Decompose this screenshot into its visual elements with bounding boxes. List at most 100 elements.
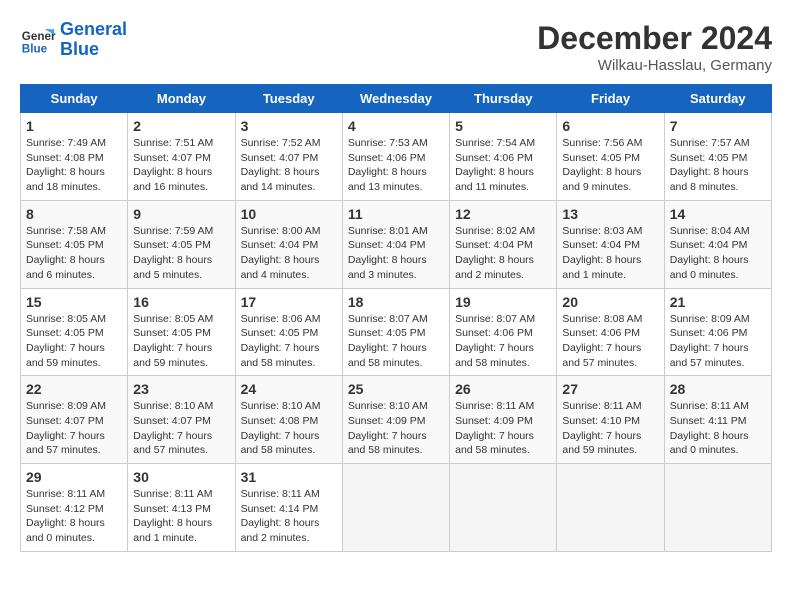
day-detail: Sunrise: 8:10 AMSunset: 4:09 PMDaylight:…: [348, 399, 444, 458]
day-cell: 19 Sunrise: 8:07 AMSunset: 4:06 PMDayligh…: [450, 288, 557, 376]
day-cell: 6Sunrise: 7:56 AMSunset: 4:05 PMDaylight…: [557, 113, 664, 201]
day-detail: Sunrise: 8:06 AMSunset: 4:05 PMDaylight:…: [241, 312, 337, 371]
col-header-monday: Monday: [128, 85, 235, 113]
day-number: 26: [455, 381, 551, 397]
day-number: 4: [348, 118, 444, 134]
logo-general: General: [60, 19, 127, 39]
day-cell: 24Sunrise: 8:10 AMSunset: 4:08 PMDayligh…: [235, 376, 342, 464]
day-cell: 22 Sunrise: 8:09 AMSunset: 4:07 PMDayligh…: [21, 376, 128, 464]
day-cell: 4 Sunrise: 7:53 AMSunset: 4:06 PMDaylight…: [342, 113, 449, 201]
day-cell: 10Sunrise: 8:00 AMSunset: 4:04 PMDayligh…: [235, 200, 342, 288]
location-subtitle: Wilkau-Hasslau, Germany: [537, 57, 772, 74]
day-cell: 26 Sunrise: 8:11 AMSunset: 4:09 PMDayligh…: [450, 376, 557, 464]
logo-icon: General Blue: [20, 22, 56, 58]
col-header-saturday: Saturday: [664, 85, 771, 113]
day-cell: 28Sunrise: 8:11 AMSunset: 4:11 PMDayligh…: [664, 376, 771, 464]
month-title: December 2024: [537, 20, 772, 57]
day-cell: 31 Sunrise: 8:11 AMSunset: 4:14 PMDayligh…: [235, 464, 342, 552]
day-cell: [557, 464, 664, 552]
day-number: 27: [562, 381, 658, 397]
day-number: 30: [133, 469, 229, 485]
day-detail: Sunrise: 7:56 AMSunset: 4:05 PMDaylight:…: [562, 136, 658, 195]
day-detail: Sunrise: 8:10 AMSunset: 4:07 PMDaylight:…: [133, 399, 229, 458]
week-row-2: 8 Sunrise: 7:58 AMSunset: 4:05 PMDaylight…: [21, 200, 772, 288]
col-header-tuesday: Tuesday: [235, 85, 342, 113]
day-detail: Sunrise: 7:49 AMSunset: 4:08 PMDaylight:…: [26, 136, 122, 195]
logo-blue: Blue: [60, 39, 99, 59]
day-detail: Sunrise: 8:11 AMSunset: 4:12 PMDaylight:…: [26, 487, 122, 546]
header-row: SundayMondayTuesdayWednesdayThursdayFrid…: [21, 85, 772, 113]
day-number: 16: [133, 294, 229, 310]
day-detail: Sunrise: 8:09 AMSunset: 4:06 PMDaylight:…: [670, 312, 766, 371]
day-number: 18: [348, 294, 444, 310]
day-detail: Sunrise: 8:11 AMSunset: 4:14 PMDaylight:…: [241, 487, 337, 546]
title-block: December 2024 Wilkau-Hasslau, Germany: [537, 20, 772, 74]
day-number: 5: [455, 118, 551, 134]
col-header-wednesday: Wednesday: [342, 85, 449, 113]
col-header-sunday: Sunday: [21, 85, 128, 113]
day-cell: [342, 464, 449, 552]
day-number: 8: [26, 206, 122, 222]
week-row-4: 22 Sunrise: 8:09 AMSunset: 4:07 PMDayligh…: [21, 376, 772, 464]
logo-wordmark: General Blue: [60, 20, 127, 60]
day-number: 9: [133, 206, 229, 222]
day-number: 25: [348, 381, 444, 397]
col-header-friday: Friday: [557, 85, 664, 113]
day-cell: 18 Sunrise: 8:07 AMSunset: 4:05 PMDayligh…: [342, 288, 449, 376]
day-cell: 23 Sunrise: 8:10 AMSunset: 4:07 PMDayligh…: [128, 376, 235, 464]
day-detail: Sunrise: 8:10 AMSunset: 4:08 PMDaylight:…: [241, 399, 337, 458]
day-detail: Sunrise: 8:05 AMSunset: 4:05 PMDaylight:…: [26, 312, 122, 371]
day-detail: Sunrise: 7:51 AMSunset: 4:07 PMDaylight:…: [133, 136, 229, 195]
day-detail: Sunrise: 7:57 AMSunset: 4:05 PMDaylight:…: [670, 136, 766, 195]
day-number: 28: [670, 381, 766, 397]
day-number: 11: [348, 206, 444, 222]
day-detail: Sunrise: 8:07 AMSunset: 4:05 PMDaylight:…: [348, 312, 444, 371]
day-detail: Sunrise: 8:07 AMSunset: 4:06 PMDaylight:…: [455, 312, 551, 371]
calendar-body: 1Sunrise: 7:49 AMSunset: 4:08 PMDaylight…: [21, 113, 772, 552]
page-header: General Blue General Blue December 2024 …: [20, 20, 772, 74]
day-cell: 17 Sunrise: 8:06 AMSunset: 4:05 PMDayligh…: [235, 288, 342, 376]
day-number: 29: [26, 469, 122, 485]
day-number: 19: [455, 294, 551, 310]
calendar-header: SundayMondayTuesdayWednesdayThursdayFrid…: [21, 85, 772, 113]
day-cell: 21 Sunrise: 8:09 AMSunset: 4:06 PMDayligh…: [664, 288, 771, 376]
day-cell: 20Sunrise: 8:08 AMSunset: 4:06 PMDayligh…: [557, 288, 664, 376]
day-number: 15: [26, 294, 122, 310]
day-number: 21: [670, 294, 766, 310]
day-cell: 2 Sunrise: 7:51 AMSunset: 4:07 PMDaylight…: [128, 113, 235, 201]
svg-text:Blue: Blue: [22, 42, 48, 55]
day-detail: Sunrise: 8:03 AMSunset: 4:04 PMDaylight:…: [562, 224, 658, 283]
week-row-5: 29 Sunrise: 8:11 AMSunset: 4:12 PMDayligh…: [21, 464, 772, 552]
week-row-1: 1Sunrise: 7:49 AMSunset: 4:08 PMDaylight…: [21, 113, 772, 201]
day-cell: 5 Sunrise: 7:54 AMSunset: 4:06 PMDaylight…: [450, 113, 557, 201]
day-cell: 14Sunrise: 8:04 AMSunset: 4:04 PMDayligh…: [664, 200, 771, 288]
day-detail: Sunrise: 7:58 AMSunset: 4:05 PMDaylight:…: [26, 224, 122, 283]
day-number: 22: [26, 381, 122, 397]
day-number: 31: [241, 469, 337, 485]
day-cell: 1Sunrise: 7:49 AMSunset: 4:08 PMDaylight…: [21, 113, 128, 201]
day-detail: Sunrise: 7:54 AMSunset: 4:06 PMDaylight:…: [455, 136, 551, 195]
calendar-table: SundayMondayTuesdayWednesdayThursdayFrid…: [20, 84, 772, 552]
week-row-3: 15 Sunrise: 8:05 AMSunset: 4:05 PMDayligh…: [21, 288, 772, 376]
day-cell: [664, 464, 771, 552]
day-cell: 15 Sunrise: 8:05 AMSunset: 4:05 PMDayligh…: [21, 288, 128, 376]
day-detail: Sunrise: 7:59 AMSunset: 4:05 PMDaylight:…: [133, 224, 229, 283]
day-number: 10: [241, 206, 337, 222]
day-number: 23: [133, 381, 229, 397]
logo: General Blue General Blue: [20, 20, 127, 60]
day-number: 7: [670, 118, 766, 134]
day-detail: Sunrise: 7:53 AMSunset: 4:06 PMDaylight:…: [348, 136, 444, 195]
day-number: 2: [133, 118, 229, 134]
day-detail: Sunrise: 8:11 AMSunset: 4:09 PMDaylight:…: [455, 399, 551, 458]
day-number: 17: [241, 294, 337, 310]
col-header-thursday: Thursday: [450, 85, 557, 113]
day-detail: Sunrise: 8:05 AMSunset: 4:05 PMDaylight:…: [133, 312, 229, 371]
day-cell: 25 Sunrise: 8:10 AMSunset: 4:09 PMDayligh…: [342, 376, 449, 464]
day-cell: 13Sunrise: 8:03 AMSunset: 4:04 PMDayligh…: [557, 200, 664, 288]
day-number: 3: [241, 118, 337, 134]
day-detail: Sunrise: 8:09 AMSunset: 4:07 PMDaylight:…: [26, 399, 122, 458]
day-detail: Sunrise: 8:08 AMSunset: 4:06 PMDaylight:…: [562, 312, 658, 371]
day-cell: 8 Sunrise: 7:58 AMSunset: 4:05 PMDaylight…: [21, 200, 128, 288]
day-detail: Sunrise: 8:02 AMSunset: 4:04 PMDaylight:…: [455, 224, 551, 283]
day-cell: 7 Sunrise: 7:57 AMSunset: 4:05 PMDaylight…: [664, 113, 771, 201]
